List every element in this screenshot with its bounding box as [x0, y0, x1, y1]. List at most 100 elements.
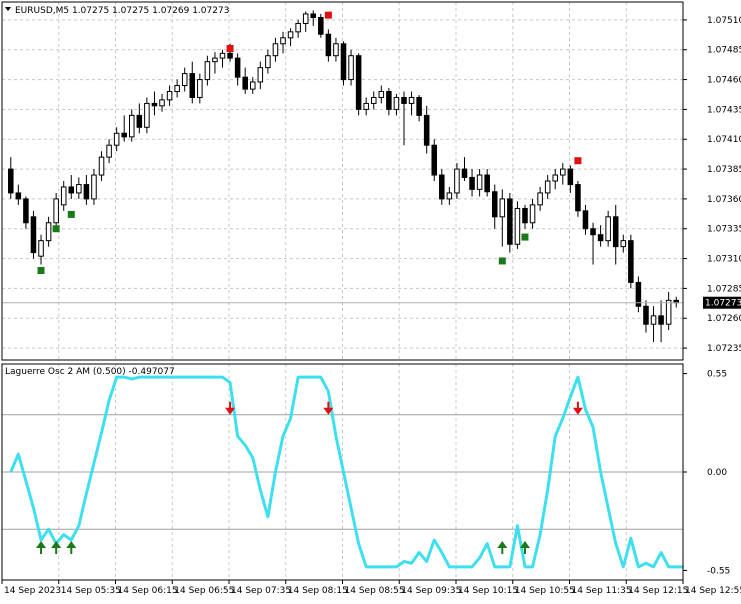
- candle-body: [212, 57, 218, 63]
- candle-body: [491, 191, 498, 218]
- candle: [136, 103, 143, 134]
- candle: [628, 234, 634, 289]
- candle-body: [38, 240, 44, 257]
- time-tick-label: 14 Sep 11:35: [572, 586, 632, 596]
- candle: [514, 201, 521, 250]
- candle: [522, 204, 528, 229]
- candle-body: [242, 76, 248, 90]
- candle: [567, 165, 574, 193]
- candle: [212, 52, 218, 74]
- candle-body: [113, 132, 120, 146]
- oscillator-tick-label: 0.55: [707, 370, 727, 380]
- candle: [507, 192, 513, 253]
- buy-signal-marker: [52, 225, 60, 233]
- candle: [197, 73, 203, 104]
- candle-body: [8, 168, 14, 194]
- candle-body: [144, 102, 150, 128]
- candle-body: [597, 234, 604, 242]
- candle-body: [522, 207, 528, 224]
- time-tick-label: 14 Sep 12:15: [628, 586, 688, 596]
- candle-body: [174, 85, 180, 92]
- candle-body: [30, 216, 37, 254]
- candle-body: [83, 184, 90, 200]
- candle-body: [106, 144, 112, 158]
- buy-signal-marker: [498, 257, 506, 265]
- candle: [355, 53, 362, 116]
- candle-body: [204, 61, 211, 81]
- candle-body: [476, 174, 483, 190]
- time-tick-label: 14 Sep 2023: [4, 586, 61, 596]
- chart-canvas: 1.07510 1.07485 1.07460 1.07435 1.07410 1.073…: [1, 1, 741, 596]
- candle-body: [567, 168, 574, 186]
- candle-body: [590, 228, 596, 236]
- candle-body: [151, 102, 158, 107]
- candle: [529, 198, 536, 229]
- candle: [363, 97, 369, 116]
- candle-body: [582, 210, 589, 230]
- candle: [257, 61, 264, 90]
- candle: [423, 105, 430, 154]
- candle-body: [302, 13, 309, 24]
- candle: [333, 37, 339, 62]
- oscillator-tick-label: -0.55: [707, 566, 730, 576]
- candle-body: [280, 37, 286, 45]
- price-tick-label: 1.07435: [707, 105, 741, 115]
- candle: [340, 41, 347, 86]
- buy-arrow-icon: [497, 541, 508, 554]
- time-axis: 14 Sep 2023 14 Sep 05:3514 Sep 06:1514 Se…: [1, 580, 741, 596]
- candle-body: [401, 96, 407, 104]
- candle-body: [129, 114, 135, 138]
- candle: [499, 189, 506, 247]
- buy-signal-marker: [67, 210, 75, 218]
- price-tick-label: 1.07510: [707, 16, 741, 26]
- candle: [83, 175, 90, 205]
- candle: [129, 109, 135, 142]
- candle-body: [650, 315, 657, 325]
- candle: [68, 175, 75, 199]
- candle: [8, 157, 14, 199]
- candle-body: [265, 55, 271, 69]
- candle-body: [45, 222, 52, 242]
- sell-signal-marker: [226, 45, 234, 53]
- candle-body: [544, 180, 551, 194]
- candle: [23, 196, 29, 229]
- candle: [76, 177, 82, 199]
- candle-body: [484, 174, 490, 193]
- arrow-head: [572, 407, 583, 415]
- candle-body: [499, 198, 506, 218]
- candle-body: [514, 207, 521, 245]
- candle-body: [461, 168, 468, 178]
- candle: [242, 67, 248, 94]
- candle: [665, 291, 672, 331]
- candle-body: [98, 156, 105, 176]
- price-tick-label: 1.07285: [707, 284, 741, 294]
- candle-body: [620, 240, 627, 248]
- candle: [121, 115, 127, 142]
- candle-body: [272, 43, 279, 57]
- arrow-head: [497, 541, 508, 548]
- oscillator-signals: [36, 401, 583, 554]
- price-tick-label: 1.07360: [707, 195, 741, 205]
- time-tick-label: 14 Sep 10:55: [515, 586, 575, 596]
- collapse-triangle-icon[interactable]: [5, 7, 11, 11]
- candle-body: [643, 305, 649, 325]
- candle: [491, 184, 498, 229]
- candle-body: [234, 57, 241, 78]
- candle: [98, 151, 105, 181]
- candle: [439, 169, 445, 205]
- candle: [560, 163, 566, 185]
- arrow-head: [51, 541, 62, 548]
- candle-body: [310, 13, 317, 19]
- candle-body: [529, 204, 536, 224]
- oscillator-axis: 0.55 0.00 -0.55: [683, 370, 730, 576]
- candle-body: [287, 31, 294, 39]
- candle: [106, 139, 112, 164]
- candle: [416, 95, 422, 122]
- candle-body: [628, 240, 634, 283]
- buy-arrow-icon: [66, 541, 77, 554]
- candle-body: [665, 299, 672, 325]
- candle: [476, 169, 483, 197]
- candle: [265, 49, 271, 74]
- candle: [181, 67, 188, 92]
- candle-body: [15, 192, 22, 200]
